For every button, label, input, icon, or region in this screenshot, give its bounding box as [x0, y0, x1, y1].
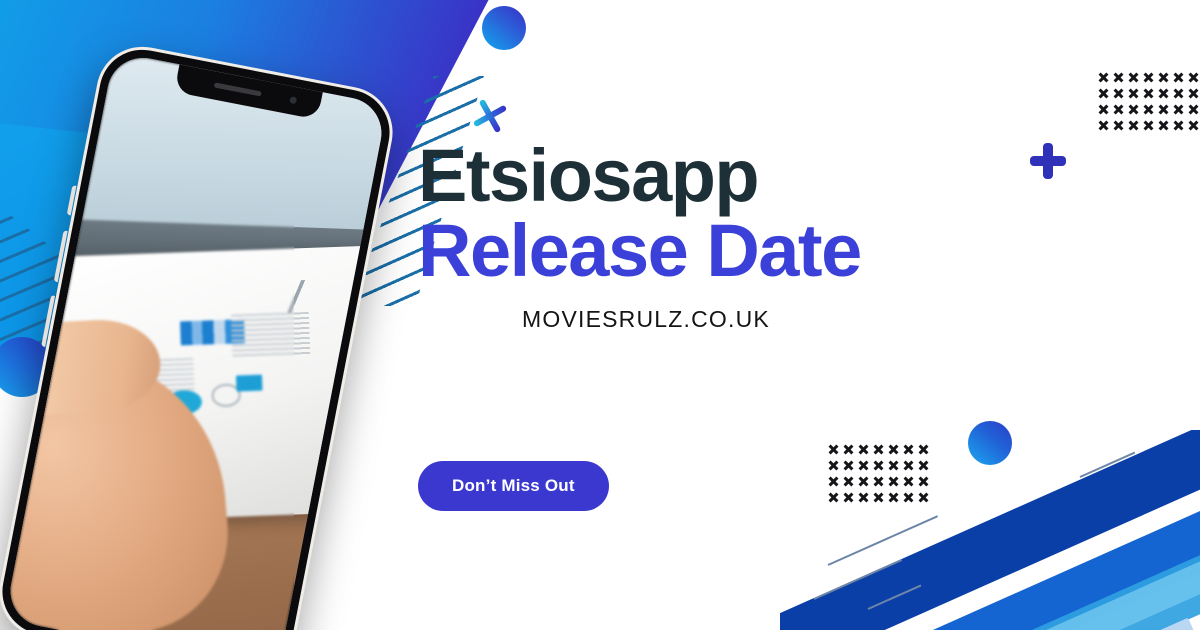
x-dot	[1096, 70, 1111, 85]
dont-miss-out-button[interactable]: Don’t Miss Out	[418, 461, 609, 511]
x-dot	[1171, 70, 1186, 85]
x-dot	[1141, 70, 1156, 85]
x-dot	[1096, 118, 1111, 133]
x-dot	[1096, 102, 1111, 117]
front-camera-icon	[289, 96, 298, 105]
x-dot	[1126, 70, 1141, 85]
x-dot	[1156, 86, 1171, 101]
x-dot	[1156, 118, 1171, 133]
x-dot-grid-top	[1096, 70, 1200, 134]
page-title-line-2: Release Date	[418, 208, 862, 292]
x-dot	[1111, 70, 1126, 85]
x-dot	[1186, 86, 1200, 101]
x-dot	[1111, 86, 1126, 101]
headline-block: Etsiosapp Release Date MOVIESRULZ.CO.UK	[418, 134, 1038, 333]
circle-decoration-top	[482, 6, 526, 50]
x-dot	[1126, 86, 1141, 101]
x-dot	[1186, 102, 1200, 117]
x-dot	[1171, 86, 1186, 101]
x-dot	[1171, 118, 1186, 133]
promo-banner: Etsiosapp Release Date MOVIESRULZ.CO.UK …	[0, 0, 1200, 630]
x-dot	[1141, 118, 1156, 133]
x-dot	[1141, 102, 1156, 117]
site-url-subtitle: MOVIESRULZ.CO.UK	[522, 305, 770, 332]
x-dot	[1186, 118, 1200, 133]
x-dot	[1186, 70, 1200, 85]
report-text-block	[230, 312, 310, 358]
earpiece-speaker	[213, 82, 262, 97]
x-dot	[1141, 86, 1156, 101]
x-dot	[1126, 102, 1141, 117]
report-swatch	[235, 374, 263, 392]
x-dot	[1111, 118, 1126, 133]
x-dot	[1171, 102, 1186, 117]
x-dot	[1126, 118, 1141, 133]
x-dot	[1111, 102, 1126, 117]
report-line-chart	[255, 279, 340, 314]
x-dot	[1096, 86, 1111, 101]
x-dot	[1156, 70, 1171, 85]
page-title-line-1: Etsiosapp	[418, 134, 760, 217]
x-dot	[1156, 102, 1171, 117]
diagonal-bands-bottom-right	[780, 430, 1200, 630]
